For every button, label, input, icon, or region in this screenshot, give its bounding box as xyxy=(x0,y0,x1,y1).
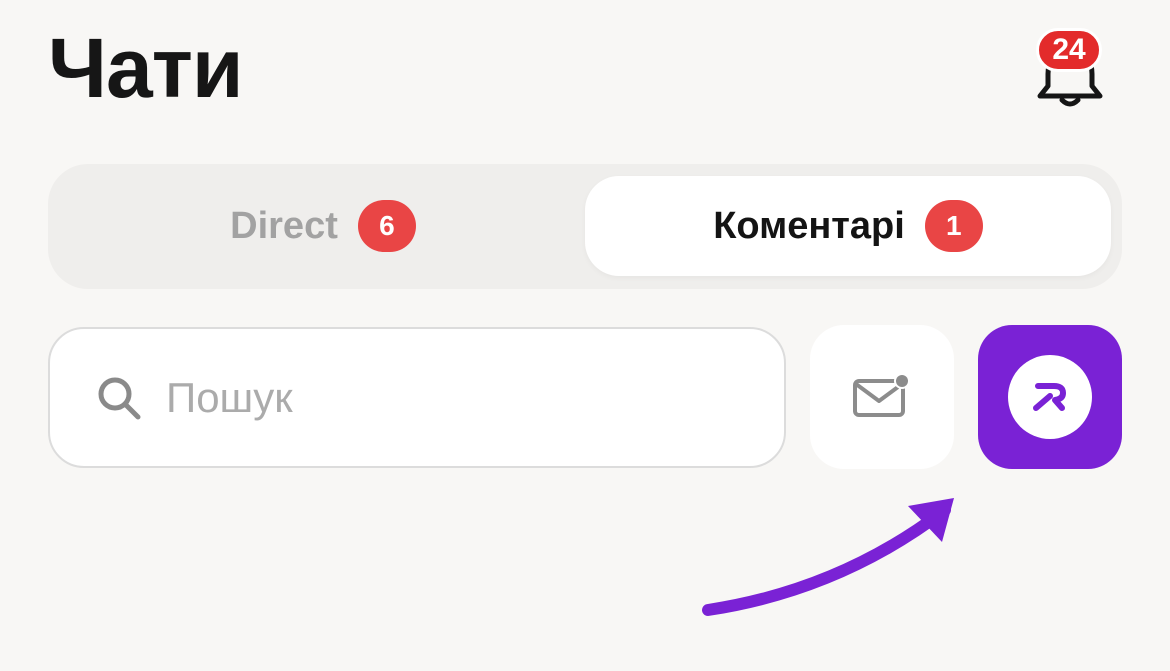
notification-count-badge: 24 xyxy=(1036,28,1102,72)
tab-direct-count-badge: 6 xyxy=(357,200,416,252)
tab-comments[interactable]: Коментарі 1 xyxy=(585,176,1111,276)
chat-tabs: Direct 6 Коментарі 1 xyxy=(48,164,1122,289)
tab-direct-label: Direct xyxy=(230,204,338,247)
tab-comments-count-badge: 1 xyxy=(924,200,983,252)
notifications-button[interactable]: 24 xyxy=(1020,24,1120,108)
tab-comments-label: Коментарі xyxy=(713,204,905,247)
brand-app-button[interactable] xyxy=(978,325,1122,469)
search-icon xyxy=(98,377,141,419)
page-title: Чати xyxy=(48,21,244,115)
mail-unread-icon xyxy=(853,373,910,417)
brand-logo-icon xyxy=(1033,383,1066,411)
unread-messages-button[interactable] xyxy=(810,325,954,469)
brand-logo-circle xyxy=(1008,355,1092,439)
search-input[interactable] xyxy=(164,372,688,423)
search-box[interactable] xyxy=(48,327,786,468)
tab-direct[interactable]: Direct 6 xyxy=(60,176,586,276)
pointer-arrow-icon xyxy=(702,498,954,616)
